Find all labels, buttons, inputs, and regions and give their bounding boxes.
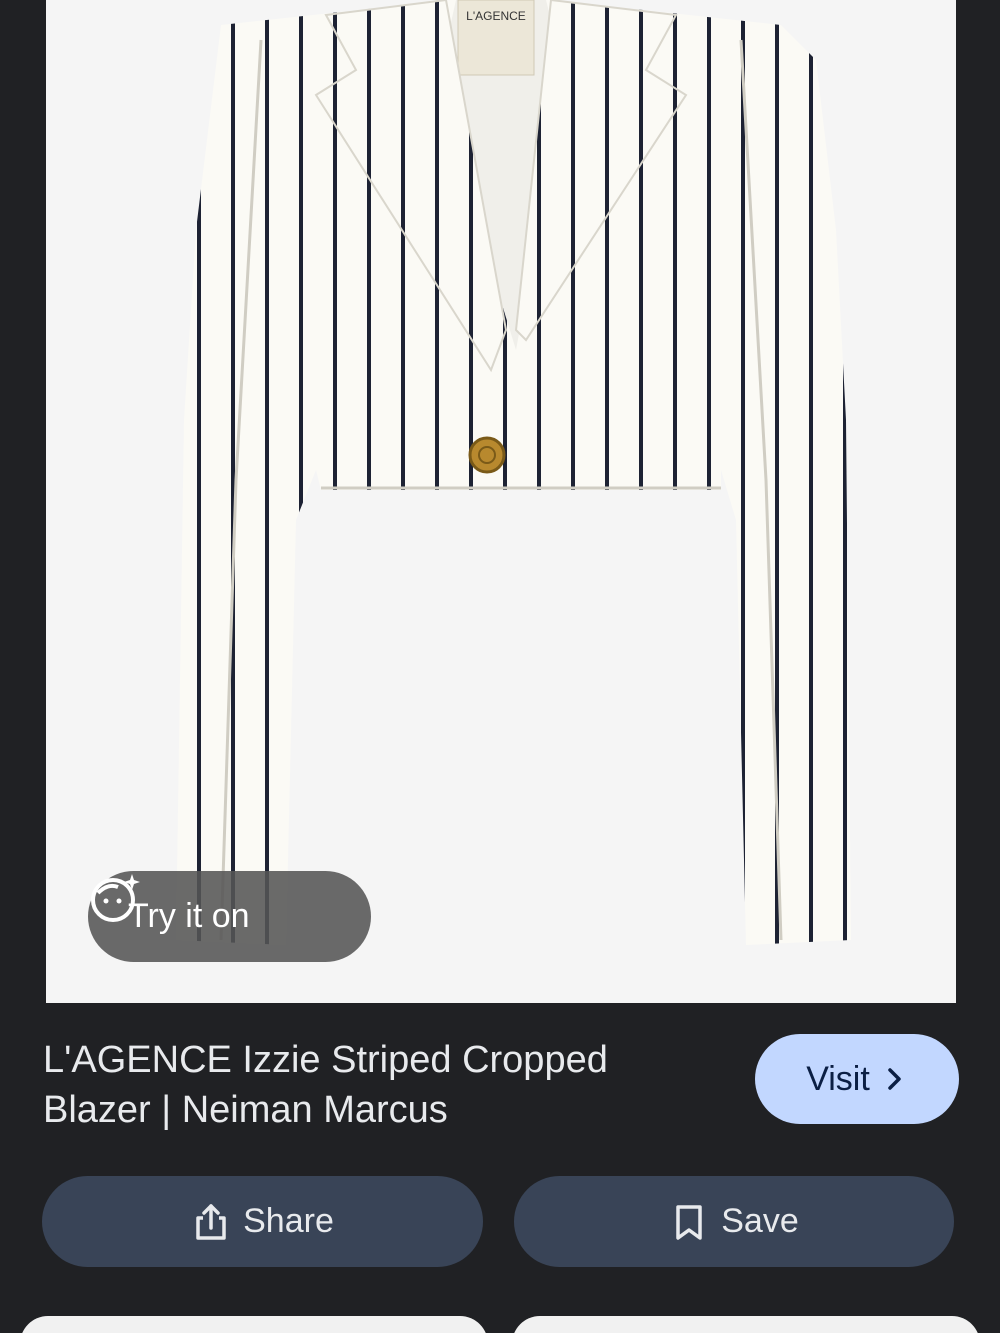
share-icon bbox=[196, 1203, 226, 1240]
try-it-on-label: Try it on bbox=[128, 897, 250, 935]
related-result-card[interactable] bbox=[512, 1316, 980, 1333]
share-button[interactable]: Share bbox=[42, 1176, 483, 1267]
chevron-right-icon bbox=[888, 1068, 901, 1090]
save-label: Save bbox=[721, 1202, 799, 1240]
save-button[interactable]: Save bbox=[514, 1176, 954, 1267]
product-image[interactable]: L'AGENCE Try it on bbox=[46, 0, 956, 1003]
product-title[interactable]: L'AGENCE Izzie Striped Cropped Blazer | … bbox=[43, 1035, 703, 1135]
brand-tag-text: L'AGENCE bbox=[466, 9, 526, 23]
gold-button-icon bbox=[468, 436, 506, 474]
bookmark-icon bbox=[676, 1204, 702, 1240]
visit-button[interactable]: Visit bbox=[755, 1034, 959, 1124]
product-detail-page: L'AGENCE Try it on L'AGENCE Izzie Stripe… bbox=[0, 0, 1000, 1333]
visit-label: Visit bbox=[806, 1059, 870, 1098]
blazer-illustration: L'AGENCE bbox=[176, 0, 851, 945]
related-result-card[interactable] bbox=[20, 1316, 488, 1333]
try-it-on-button[interactable]: Try it on bbox=[88, 871, 371, 962]
share-label: Share bbox=[243, 1202, 334, 1240]
try-on-face-icon bbox=[91, 874, 140, 922]
